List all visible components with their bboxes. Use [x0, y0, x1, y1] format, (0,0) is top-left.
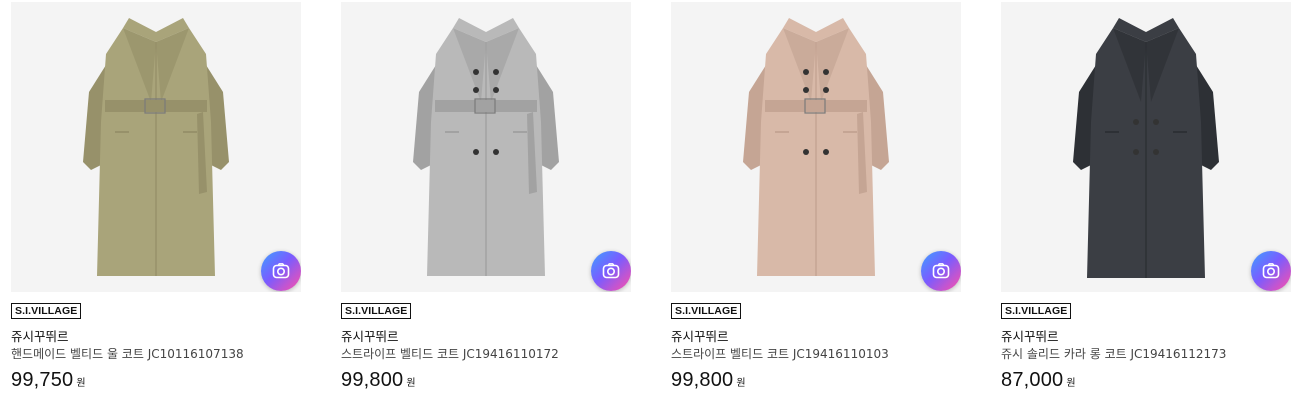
product-card[interactable]: S.I.VILLAGE 쥬시꾸뛰르 스트라이프 벨티드 코트 JC1941611… — [341, 2, 631, 402]
product-card[interactable]: S.I.VILLAGE 쥬시꾸뛰르 쥬시 솔리드 카라 롱 코트 JC19416… — [1001, 2, 1291, 402]
brand-name[interactable]: 쥬시꾸뛰르 — [11, 326, 69, 345]
store-badge: S.I.VILLAGE — [11, 303, 82, 319]
camera-lens-icon — [1262, 263, 1280, 279]
product-price: 99,800 원 — [671, 369, 746, 392]
product-price: 99,800 원 — [341, 369, 416, 392]
product-card[interactable]: S.I.VILLAGE 쥬시꾸뛰르 스트라이프 벨티드 코트 JC1941611… — [671, 2, 961, 402]
image-search-button[interactable] — [261, 251, 301, 291]
coat-illustration — [413, 18, 559, 276]
store-badge: S.I.VILLAGE — [671, 303, 742, 319]
product-image[interactable] — [11, 2, 301, 292]
camera-lens-icon — [602, 263, 620, 279]
price-currency: 원 — [76, 378, 86, 389]
product-grid: S.I.VILLAGE 쥬시꾸뛰르 핸드메이드 벨티드 울 코트 JC10116… — [0, 0, 1292, 406]
product-name[interactable]: 핸드메이드 벨티드 울 코트 JC10116107138 — [11, 345, 244, 362]
store-badge: S.I.VILLAGE — [341, 303, 412, 319]
coat-illustration — [743, 18, 889, 276]
product-image[interactable] — [671, 2, 961, 292]
price-currency: 원 — [1066, 378, 1076, 389]
image-search-button[interactable] — [1251, 251, 1291, 291]
product-name[interactable]: 쥬시 솔리드 카라 롱 코트 JC19416112173 — [1001, 345, 1226, 362]
product-price: 99,750 원 — [11, 369, 86, 392]
price-currency: 원 — [406, 378, 416, 389]
brand-name[interactable]: 쥬시꾸뛰르 — [1001, 326, 1059, 345]
coat-illustration — [83, 18, 229, 276]
camera-lens-icon — [932, 263, 950, 279]
product-price: 87,000 원 — [1001, 369, 1076, 392]
brand-name[interactable]: 쥬시꾸뛰르 — [671, 326, 729, 345]
store-badge: S.I.VILLAGE — [1001, 303, 1072, 319]
image-search-button[interactable] — [921, 251, 961, 291]
product-name[interactable]: 스트라이프 벨티드 코트 JC19416110103 — [671, 345, 889, 362]
price-value: 99,800 — [671, 369, 734, 391]
product-name[interactable]: 스트라이프 벨티드 코트 JC19416110172 — [341, 345, 559, 362]
image-search-button[interactable] — [591, 251, 631, 291]
camera-lens-icon — [272, 263, 290, 279]
coat-illustration — [1073, 18, 1219, 278]
product-image[interactable] — [341, 2, 631, 292]
price-value: 99,800 — [341, 369, 404, 391]
product-image[interactable] — [1001, 2, 1291, 292]
product-card[interactable]: S.I.VILLAGE 쥬시꾸뛰르 핸드메이드 벨티드 울 코트 JC10116… — [11, 2, 301, 402]
brand-name[interactable]: 쥬시꾸뛰르 — [341, 326, 399, 345]
price-currency: 원 — [736, 378, 746, 389]
price-value: 87,000 — [1001, 369, 1064, 391]
price-value: 99,750 — [11, 369, 74, 391]
